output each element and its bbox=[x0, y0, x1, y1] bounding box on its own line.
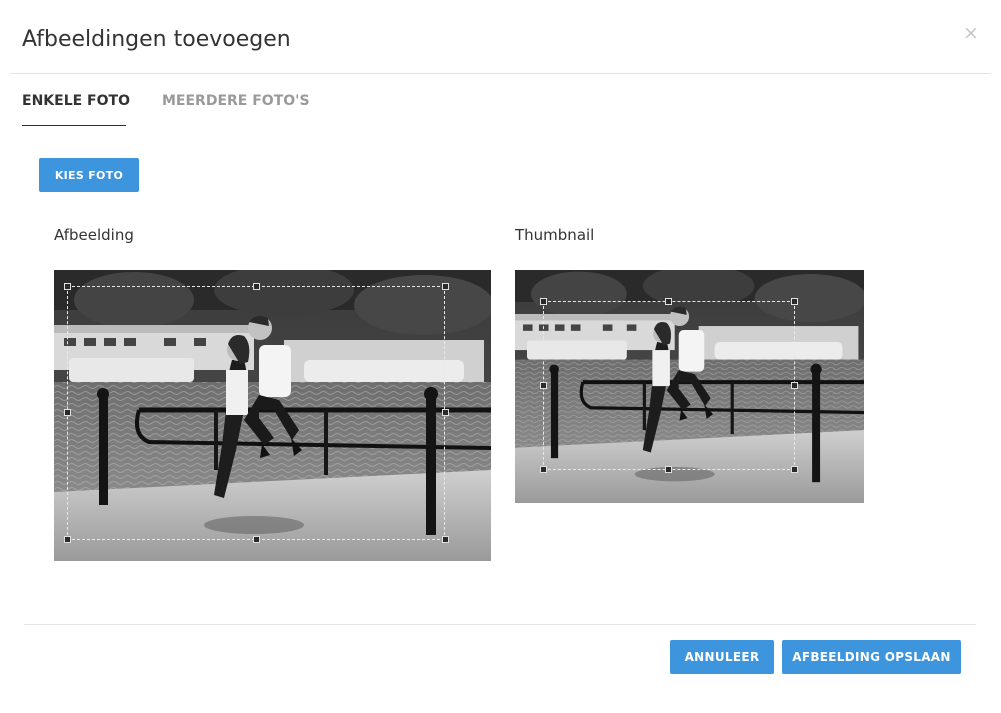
crop-handle-top-right[interactable] bbox=[442, 283, 449, 290]
image-panel-label: Afbeelding bbox=[54, 226, 134, 244]
tab-single-photo[interactable]: ENKELE FOTO bbox=[22, 88, 130, 126]
close-icon[interactable]: × bbox=[961, 21, 981, 45]
thumb-handle-bottom-right[interactable] bbox=[791, 466, 798, 473]
thumb-handle-top[interactable] bbox=[665, 298, 672, 305]
thumb-handle-bottom-left[interactable] bbox=[540, 466, 547, 473]
tab-multiple-photos[interactable]: MEERDERE FOTO'S bbox=[162, 88, 310, 126]
thumb-handle-bottom[interactable] bbox=[665, 466, 672, 473]
thumbnail-panel-label: Thumbnail bbox=[515, 226, 595, 244]
crop-handle-bottom[interactable] bbox=[253, 536, 260, 543]
choose-photo-button[interactable]: KIES FOTO bbox=[39, 158, 139, 192]
save-image-button[interactable]: AFBEELDING OPSLAAN bbox=[782, 640, 961, 674]
add-images-dialog: Afbeeldingen toevoegen × ENKELE FOTO MEE… bbox=[0, 0, 1001, 713]
image-crop-area[interactable] bbox=[54, 270, 491, 561]
image-crop-selection[interactable] bbox=[67, 286, 445, 540]
crop-handle-top[interactable] bbox=[253, 283, 260, 290]
crop-handle-bottom-right[interactable] bbox=[442, 536, 449, 543]
thumb-handle-top-right[interactable] bbox=[791, 298, 798, 305]
crop-handle-bottom-left[interactable] bbox=[64, 536, 71, 543]
crop-handle-right[interactable] bbox=[442, 409, 449, 416]
crop-handle-left[interactable] bbox=[64, 409, 71, 416]
crop-handle-top-left[interactable] bbox=[64, 283, 71, 290]
thumb-handle-top-left[interactable] bbox=[540, 298, 547, 305]
dialog-title: Afbeeldingen toevoegen bbox=[22, 27, 291, 52]
thumbnail-crop-selection[interactable] bbox=[543, 301, 795, 470]
thumb-handle-right[interactable] bbox=[791, 382, 798, 389]
thumbnail-crop-area[interactable] bbox=[515, 270, 864, 503]
cancel-button[interactable]: ANNULEER bbox=[670, 640, 774, 674]
dialog-header: Afbeeldingen toevoegen × bbox=[10, 0, 991, 74]
thumb-handle-left[interactable] bbox=[540, 382, 547, 389]
